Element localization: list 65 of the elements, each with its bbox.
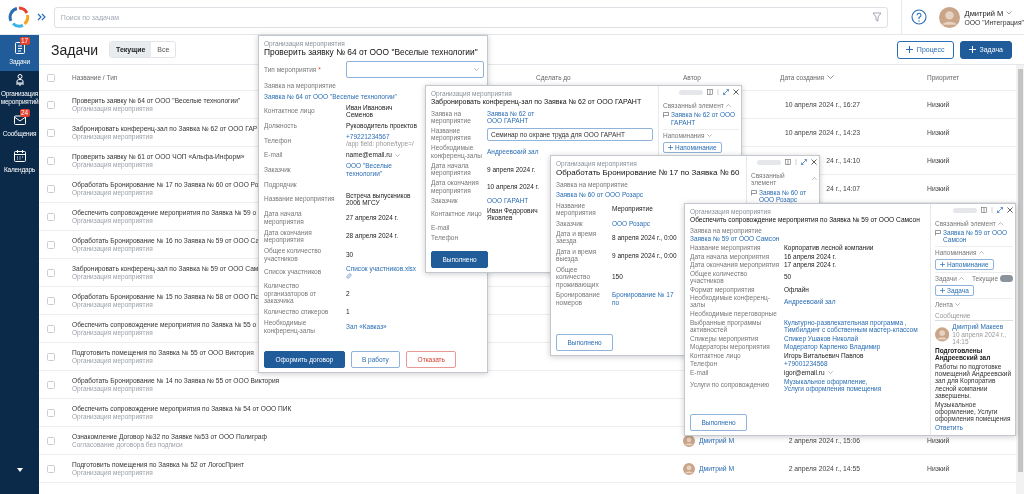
chevron-up-icon[interactable] [978,251,984,254]
row-checkbox[interactable] [47,296,55,305]
chevron-down-icon[interactable] [474,68,479,72]
expand-icon[interactable] [723,89,729,95]
filter-icon[interactable] [871,11,882,22]
logo-icon [8,6,30,28]
close-icon[interactable] [1007,207,1013,213]
flag-icon [751,189,757,196]
chevron-down-icon[interactable] [706,134,712,138]
nav-icon [12,112,27,127]
nav-icon [12,40,27,55]
toggle-switch[interactable] [1000,275,1013,282]
scrollbar[interactable] [1016,65,1024,494]
chevron-up-icon[interactable] [812,177,817,181]
plus-icon [905,46,913,53]
select-field[interactable] [346,61,484,79]
row-checkbox[interactable] [47,156,55,165]
nav-icon [12,148,27,163]
sort-chevron-icon [827,75,835,80]
chevron-down-icon[interactable] [827,371,833,375]
row-checkbox[interactable] [47,240,55,249]
double-chevron-icon[interactable] [36,12,47,22]
chevron-down-icon[interactable] [955,303,960,307]
columns-icon[interactable] [707,89,713,95]
avatar-icon [683,462,695,475]
page-title: Задачи [51,41,98,58]
window-title: Обработать Бронирование № 17 по Заявка № 60 [556,168,741,178]
chevron-up-icon[interactable] [725,103,731,107]
row-checkbox[interactable] [47,324,55,333]
chevron-down-icon[interactable] [395,153,400,157]
columns-icon[interactable] [981,207,987,213]
row-checkbox[interactable] [47,100,55,109]
help-icon[interactable] [910,9,927,25]
link-icon[interactable] [346,272,352,279]
row-checkbox[interactable] [47,464,55,473]
status-pill [757,159,781,165]
avatar-icon [938,6,960,28]
columns-icon[interactable] [785,159,791,165]
chevron-up-icon[interactable] [997,221,1003,225]
expand-icon[interactable] [997,207,1003,213]
window-title: Проверить заявку № 64 от ООО "Веселые технологии" [264,48,479,59]
flag-icon [935,230,941,237]
row-checkbox[interactable] [47,436,55,445]
row-checkbox[interactable] [47,212,55,221]
select-all-checkbox[interactable] [47,73,55,82]
row-checkbox[interactable] [47,408,55,417]
flag-icon [663,112,669,119]
row-checkbox[interactable] [47,352,55,361]
status-pill [679,89,703,95]
close-icon[interactable] [811,159,817,165]
chevron-down-icon [1006,11,1013,15]
expand-icon[interactable] [801,159,807,165]
status-pill [953,207,977,213]
row-checkbox[interactable] [47,184,55,193]
row-checkbox[interactable] [47,268,55,277]
plus-icon [968,46,976,53]
plus-icon [668,144,673,150]
row-checkbox[interactable] [47,128,55,137]
avatar-icon [935,325,950,343]
plus-icon [940,261,945,267]
close-icon[interactable] [733,89,739,95]
caret-down-icon[interactable] [16,468,23,472]
chevron-up-icon[interactable] [958,277,964,281]
plus-icon [940,287,945,293]
row-checkbox[interactable] [47,380,55,389]
